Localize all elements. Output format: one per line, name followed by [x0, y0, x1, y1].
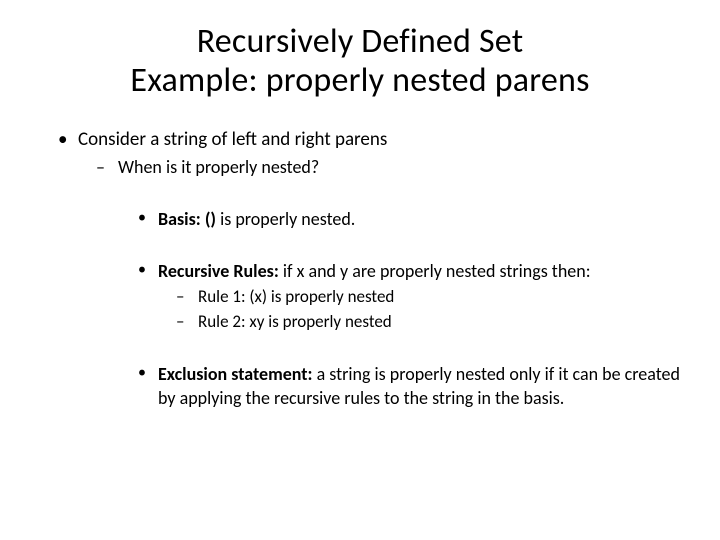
bullet-list-level-3c: Exclusion statement: a string is properl… — [118, 362, 690, 411]
title-line-1: Recursively Defined Set — [197, 21, 524, 62]
slide-title: Recursively Defined Set Example: properl… — [30, 22, 690, 100]
l2-text: When is it properly nested? — [118, 156, 319, 178]
rr-rest: if x and y are properly nested strings t… — [279, 260, 591, 282]
bullet-list-level-4: Rule 1: (x) is properly nested Rule 2: x… — [158, 286, 690, 334]
basis-rest: is properly nested. — [216, 208, 355, 230]
basis-parens: () — [205, 208, 216, 230]
bullet-list-level-1: Consider a string of left and right pare… — [30, 128, 690, 410]
exclusion-item: Exclusion statement: a string is properl… — [118, 362, 690, 411]
rr-label: Recursive Rules: — [158, 260, 279, 282]
recursive-rules-item: Recursive Rules: if x and y are properly… — [118, 259, 690, 333]
slide: Recursively Defined Set Example: properl… — [0, 0, 720, 540]
bullet-list-level-2: When is it properly nested? Basis: () is… — [78, 155, 690, 410]
l1-text: Consider a string of left and right pare… — [78, 128, 387, 151]
basis-item: Basis: () is properly nested. — [118, 207, 690, 231]
rule-2-text: Rule 2: xy is properly nested — [198, 311, 392, 332]
excl-label: Exclusion statement: — [158, 363, 313, 385]
rule-2: Rule 2: xy is properly nested — [158, 311, 690, 334]
basis-label: Basis: — [158, 208, 201, 230]
rule-1-text: Rule 1: (x) is properly nested — [198, 286, 394, 307]
bullet-list-level-3a: Basis: () is properly nested. — [118, 207, 690, 231]
l1-item: Consider a string of left and right pare… — [30, 128, 690, 410]
rule-1: Rule 1: (x) is properly nested — [158, 286, 690, 309]
bullet-list-level-3b: Recursive Rules: if x and y are properly… — [118, 259, 690, 333]
title-line-2: Example: properly nested parens — [130, 60, 589, 101]
l2-item: When is it properly nested? Basis: () is… — [78, 155, 690, 410]
